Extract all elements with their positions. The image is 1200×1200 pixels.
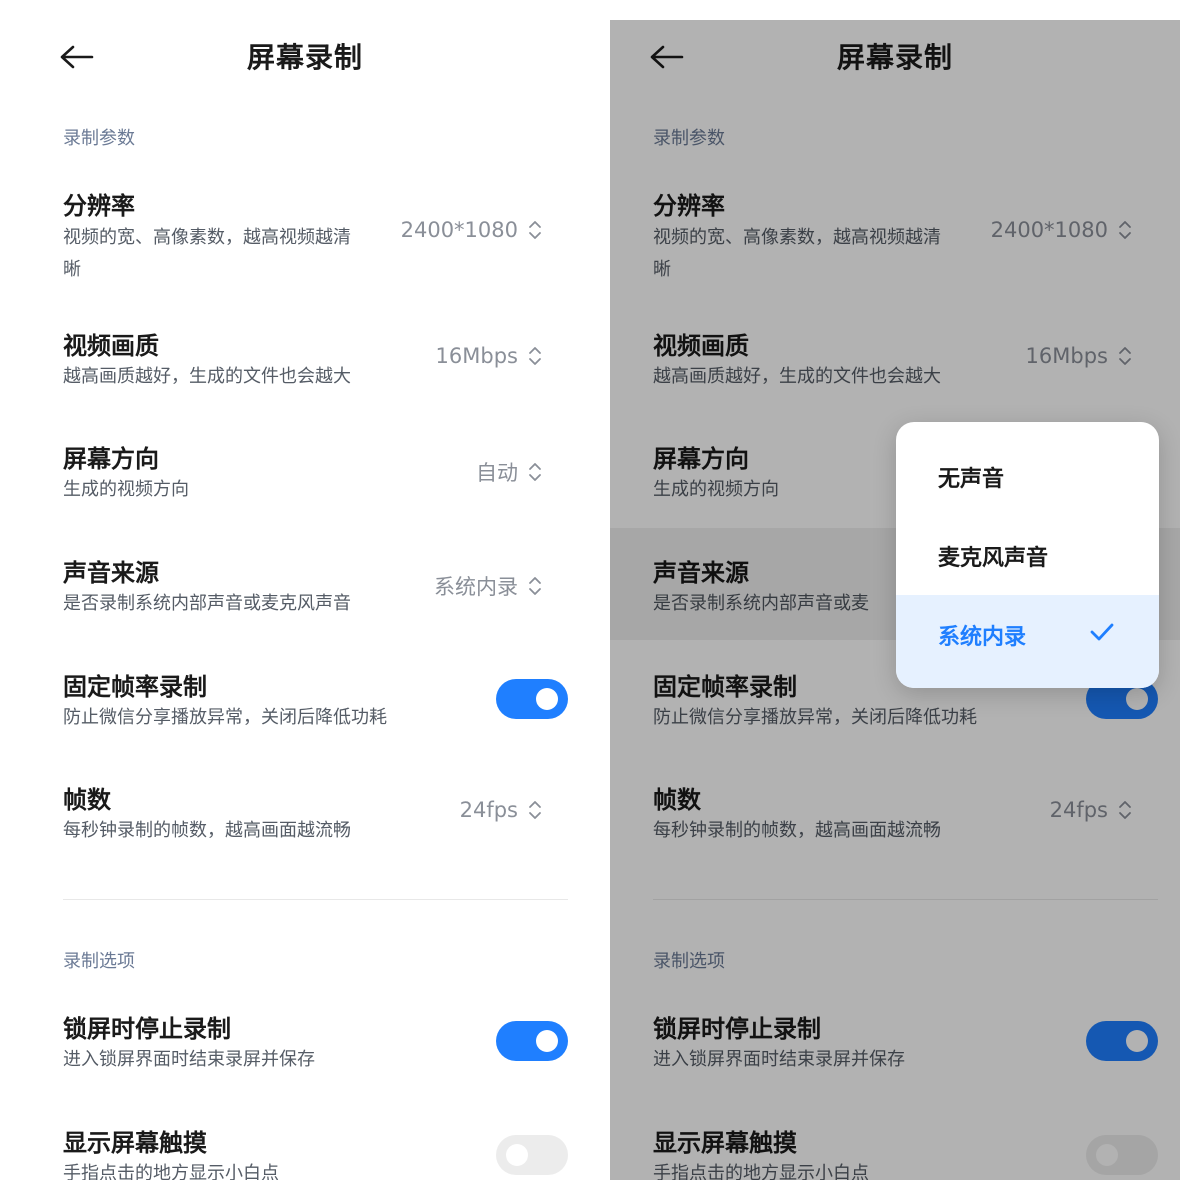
fixed-framerate-setting: 固定帧率录制 防止微信分享播放异常，关闭后降低功耗 [20,661,590,751]
show-touches-setting: 显示屏幕触摸 手指点击的地方显示小白点 [20,1117,590,1180]
checkmark-icon [1090,623,1114,641]
setting-value: 2400*1080 [401,218,542,242]
option-no-audio[interactable]: 无声音 [896,437,1159,515]
setting-description-line2: 晰 [63,259,81,280]
setting-description: 视频的宽、高像素数，越高视频越清 [63,227,351,248]
divider [63,899,568,900]
up-down-chevron-icon [529,801,541,819]
up-down-chevron-icon [529,463,541,481]
framerate-setting[interactable]: 帧数 每秒钟录制的帧数，越高画面越流畅 24fps [20,774,590,864]
up-down-chevron-icon [529,577,541,595]
page-title: 屏幕录制 [246,41,363,74]
section-label-record-params: 录制参数 [63,128,135,149]
setting-title: 分辨率 [63,192,135,220]
setting-description: 防止微信分享播放异常，关闭后降低功耗 [63,707,387,728]
toggle-knob [506,1144,528,1166]
header: 屏幕录制 [20,20,590,100]
setting-title: 屏幕方向 [63,445,159,473]
stop-on-lock-setting: 锁屏时停止录制 进入锁屏界面时结束录屏并保存 [20,1003,590,1093]
option-label: 无声音 [938,467,1005,492]
resolution-setting[interactable]: 分辨率 视频的宽、高像素数，越高视频越清 晰 2400*1080 [20,180,590,290]
section-label-record-options: 录制选项 [63,951,135,972]
setting-title: 声音来源 [63,559,159,587]
option-label: 系统内录 [938,625,1027,650]
audio-source-setting[interactable]: 声音来源 是否录制系统内部声音或麦克风声音 系统内录 [20,547,590,637]
setting-description: 手指点击的地方显示小白点 [63,1163,279,1180]
setting-description: 越高画质越好，生成的文件也会越大 [63,366,351,387]
toggle-knob [536,688,558,710]
toggle-knob [536,1030,558,1052]
fixed-framerate-toggle[interactable] [496,679,568,719]
settings-screen-right: 屏幕录制 录制参数 分辨率 视频的宽、高像素数，越高视频越清 晰 2400*10… [610,20,1180,1180]
setting-title: 视频画质 [63,332,159,360]
setting-description: 生成的视频方向 [63,479,189,500]
settings-screen-left: 屏幕录制 录制参数 分辨率 视频的宽、高像素数，越高视频越清 晰 2400*10… [20,20,590,1180]
up-down-chevron-icon [529,221,541,239]
up-down-chevron-icon [529,347,541,365]
stop-on-lock-toggle[interactable] [496,1021,568,1061]
setting-title: 锁屏时停止录制 [63,1015,231,1043]
setting-description: 进入锁屏界面时结束录屏并保存 [63,1049,315,1070]
setting-title: 显示屏幕触摸 [63,1129,207,1157]
video-quality-setting[interactable]: 视频画质 越高画质越好，生成的文件也会越大 16Mbps [20,320,590,410]
setting-value: 系统内录 [434,571,542,601]
value-text: 16Mbps [435,344,518,368]
setting-title: 帧数 [63,786,111,814]
value-text: 自动 [476,461,518,485]
setting-description: 是否录制系统内部声音或麦克风声音 [63,593,351,614]
show-touches-toggle[interactable] [496,1135,568,1175]
option-system-audio[interactable]: 系统内录 [896,595,1159,688]
setting-value: 自动 [476,457,542,487]
setting-description: 每秒钟录制的帧数，越高画面越流畅 [63,820,351,841]
option-microphone[interactable]: 麦克风声音 [896,516,1159,594]
screen-orientation-setting[interactable]: 屏幕方向 生成的视频方向 自动 [20,433,590,523]
setting-value: 24fps [460,798,542,822]
option-label: 麦克风声音 [938,546,1049,571]
value-text: 系统内录 [434,575,518,599]
setting-title: 固定帧率录制 [63,673,207,701]
audio-source-dropdown: 无声音 麦克风声音 系统内录 [896,422,1159,688]
value-text: 24fps [459,798,518,822]
value-text: 2400*1080 [400,218,518,242]
setting-value: 16Mbps [436,344,542,368]
